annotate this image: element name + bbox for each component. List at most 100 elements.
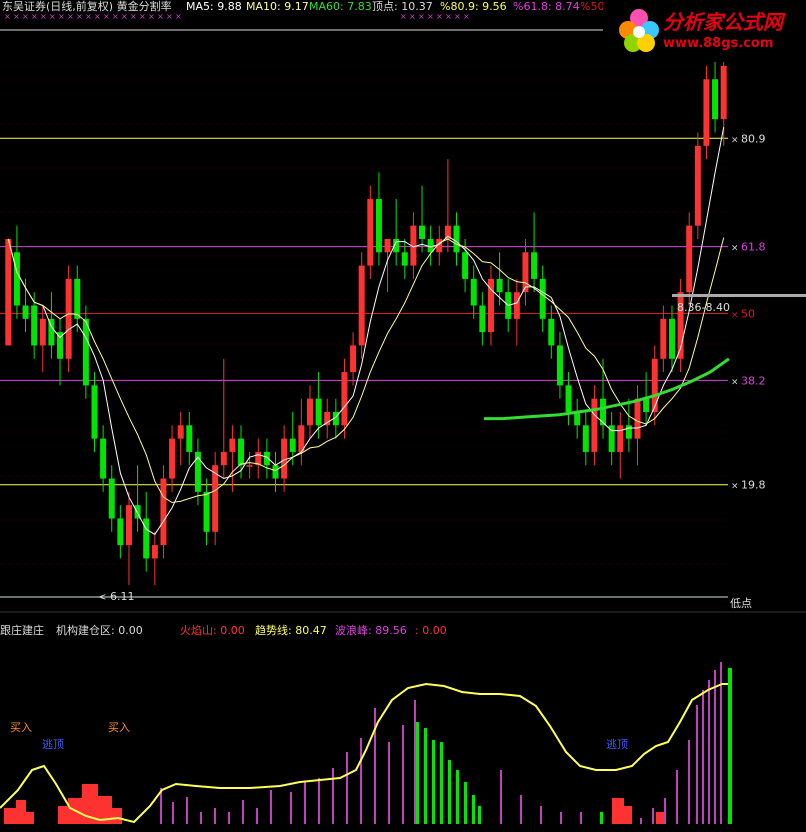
wave-bar [346,752,348,824]
candle-body [169,438,176,479]
fire-bar [624,806,632,824]
candle-body [712,79,719,120]
fib-marker: × [731,244,739,254]
top-marker: × [175,12,182,21]
wave-bar [696,705,698,824]
institution-bar [424,728,427,824]
candle-body [341,372,348,426]
candle-body [565,385,572,412]
wave-bar [720,662,722,824]
candle-body [203,491,210,532]
fire-bar [26,812,34,824]
sell-signal-2: 逃顶 [606,738,628,751]
candle-body [384,238,391,253]
candle-body [100,438,107,479]
top-marker: × [409,12,416,21]
wave-bar [708,680,710,824]
wave-bar [200,812,202,824]
top-marker: × [130,12,137,21]
wave-bar [332,768,334,824]
candle-body [694,145,701,226]
wave-bar [688,740,690,824]
wave-bar [520,795,522,824]
candle-body [470,278,477,306]
top-marker: × [49,12,56,21]
wave-bar [318,778,320,824]
site-logo: 分析家公式网 www.88gs.com [603,0,806,62]
top-marker: × [436,12,443,21]
candle-body [289,438,296,452]
institution-bar [464,782,467,824]
fib-marker: × [731,135,739,145]
kline-chart: ××××××××××××××××××××××××××××低点顶点×80.9×61… [0,12,806,824]
wave-bar [304,782,306,824]
candle-body [246,465,253,467]
candle-body [401,252,408,266]
wave-bar [580,812,582,824]
wave-bar [640,818,642,824]
candle-body [108,478,115,519]
wave-bar [290,792,292,824]
top-marker: × [67,12,74,21]
candle-body [419,225,426,239]
institution-bar [600,812,603,824]
top-marker: × [157,12,164,21]
wave-bar [242,800,244,824]
candle-body [82,318,89,386]
wave-bar [256,808,258,824]
candle-body [660,318,667,359]
candle-body [160,478,167,546]
fire-bar [4,808,16,824]
institution-bar [456,770,459,824]
top-marker: × [4,12,11,21]
wave-bar [388,742,390,824]
fib-label: 38.2 [741,374,766,387]
fire-bar [112,808,122,824]
candle-body [453,225,460,253]
top-marker: × [40,12,47,21]
wave-bar [172,802,174,824]
fire-bar [58,806,68,824]
top-marker: × [139,12,146,21]
candle-body [272,465,279,479]
wave-bar [186,797,188,824]
candle-body [574,411,581,426]
candle-body [5,238,12,346]
candle-body [531,252,538,279]
candle-body [65,278,72,359]
candle-body [375,199,382,253]
top-marker: × [85,12,92,21]
top-marker: × [463,12,470,21]
candle-body [479,305,486,333]
wave-bar [414,700,416,824]
institution-bar [478,806,481,824]
candle-body [177,425,184,439]
candle-body [522,252,529,293]
fire-bar [612,798,624,824]
wave-bar [702,690,704,824]
bottom-label: 低点 [730,597,752,610]
institution-bar [472,795,475,824]
top-marker: × [103,12,110,21]
top-marker: × [148,12,155,21]
candle-body [306,398,313,426]
candle-body [151,545,158,559]
top-marker: × [76,12,83,21]
candle-body [350,345,357,373]
top-marker: × [400,12,407,21]
institution-bar [448,760,451,824]
range-annotation: 8.36-8.40 [677,301,730,314]
fib-label: 80.9 [741,132,766,145]
wave-bar [560,812,562,824]
candle-body [229,438,236,452]
candle-body [651,358,658,412]
top-marker: × [418,12,425,21]
candle-body [668,318,675,359]
candle-body [31,305,38,346]
candle-body [703,79,710,146]
fib-label: 19.8 [741,479,766,492]
candle-body [212,465,219,532]
candle-body [91,385,98,439]
institution-bar [728,668,732,824]
candle-body [462,252,469,279]
